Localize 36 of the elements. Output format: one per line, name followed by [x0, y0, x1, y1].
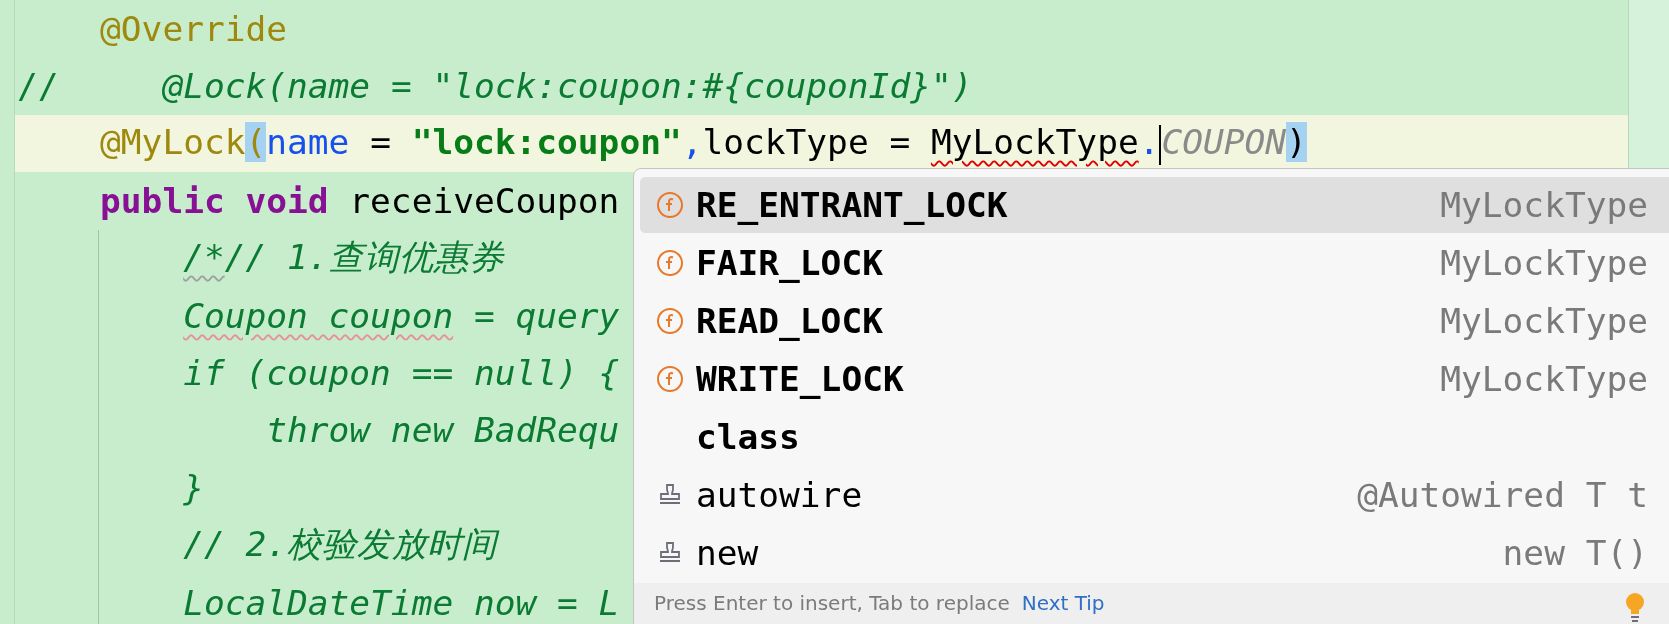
hint-text: Press Enter to insert, Tab to replace: [654, 591, 1010, 615]
completion-item[interactable]: WRITE_LOCK MyLockType: [640, 351, 1669, 407]
completion-item[interactable]: class: [640, 409, 1669, 465]
item-name: new: [696, 533, 759, 573]
item-name: RE_ENTRANT_LOCK: [696, 185, 1008, 225]
code-line: public void receiveCoupon: [100, 180, 620, 221]
completion-item[interactable]: RE_ENTRANT_LOCK MyLockType: [640, 177, 1669, 233]
completion-item[interactable]: READ_LOCK MyLockType: [640, 293, 1669, 349]
item-type: MyLockType: [1440, 243, 1648, 283]
field-icon: [656, 191, 684, 219]
code-line: throw new BadRequ: [266, 410, 620, 451]
code-line: @Override: [100, 8, 287, 49]
field-icon: [656, 249, 684, 277]
code-line: @MyLock(name = "lock:coupon",lockType = MyLockType.COUPON): [100, 122, 1307, 165]
code-line: Coupon coupon = query: [183, 295, 620, 336]
code-line: if (coupon == null) {: [183, 353, 620, 394]
code-line: // @Lock(name = "lock:coupon:#{couponId}"): [17, 66, 973, 107]
code-line: /*// 1.查询优惠券: [183, 236, 504, 280]
item-type: new T(): [1502, 533, 1648, 573]
item-name: READ_LOCK: [696, 301, 883, 341]
item-name: FAIR_LOCK: [696, 243, 883, 283]
item-name: WRITE_LOCK: [696, 359, 904, 399]
completion-item[interactable]: autowire @Autowired T t: [640, 467, 1669, 523]
code-line: }: [183, 467, 204, 508]
item-type: MyLockType: [1440, 301, 1648, 341]
item-type: MyLockType: [1440, 185, 1648, 225]
completion-item[interactable]: FAIR_LOCK MyLockType: [640, 235, 1669, 291]
code-line: LocalDateTime now = L: [183, 582, 620, 623]
next-tip-link[interactable]: Next Tip: [1021, 591, 1105, 615]
field-icon: [656, 307, 684, 335]
completion-item[interactable]: new new T(): [640, 525, 1669, 581]
field-icon: [656, 365, 684, 393]
item-type: MyLockType: [1440, 359, 1648, 399]
item-type: @Autowired T t: [1357, 475, 1648, 515]
item-name: class: [696, 417, 800, 457]
item-name: autowire: [696, 475, 863, 515]
